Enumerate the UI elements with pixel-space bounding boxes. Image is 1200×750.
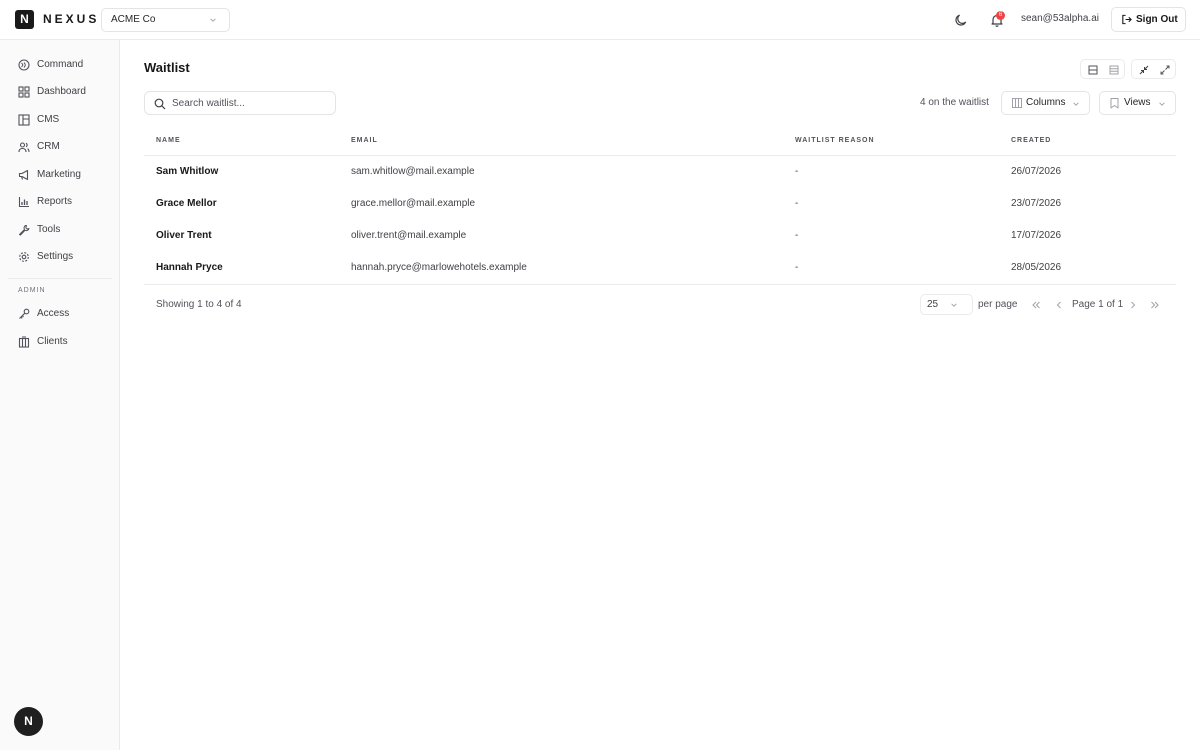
sidebar-item-label: Reports <box>37 196 73 207</box>
sign-out-icon <box>1122 14 1132 25</box>
search-field <box>144 91 336 115</box>
sidebar-item-dashboard[interactable]: Dashboard <box>8 80 112 104</box>
cell-created: 17/07/2026 <box>1011 230 1062 241</box>
cell-email: hannah.pryce@marlowehotels.example <box>351 262 527 273</box>
sidebar-item-label: Clients <box>37 336 68 347</box>
sidebar-item-settings[interactable]: Settings <box>8 245 112 269</box>
sidebar-item-label: Dashboard <box>37 86 86 97</box>
gear-icon <box>19 252 29 262</box>
sign-out-button[interactable]: Sign Out <box>1111 7 1186 32</box>
sidebar-item-label: Access <box>37 308 70 319</box>
showing-count: Showing 1 to 4 of 4 <box>156 299 242 310</box>
sidebar-item-label: Settings <box>37 251 74 262</box>
brand-logo-mark[interactable]: N <box>15 10 34 29</box>
chevron-down-icon <box>1073 102 1079 106</box>
next-page-icon[interactable] <box>1127 299 1139 311</box>
cell-reason: - <box>795 262 799 273</box>
organization-select-value: ACME Co <box>111 14 156 25</box>
sidebar-item-cms[interactable]: CMS <box>8 108 112 132</box>
moon-icon[interactable] <box>953 12 969 28</box>
table-footer-divider <box>144 284 1176 285</box>
sidebar-item-label: CMS <box>37 114 60 125</box>
layout-toggle-group <box>1080 59 1125 79</box>
first-page-icon[interactable] <box>1030 299 1042 311</box>
previous-page-icon[interactable] <box>1053 299 1065 311</box>
organization-select[interactable]: ACME Co <box>101 8 230 32</box>
wrench-icon <box>19 225 30 236</box>
chevron-down-icon <box>1159 102 1165 106</box>
sidebar-item-command[interactable]: Command <box>8 53 112 77</box>
sidebar-item-label: Tools <box>37 224 61 235</box>
sidebar-section-admin-label: ADMIN <box>18 287 46 294</box>
brand-name[interactable]: NEXUS <box>43 12 99 26</box>
column-header-waitlist-reason[interactable]: WAITLIST REASON <box>795 137 875 144</box>
sidebar-item-access[interactable]: Access <box>8 302 112 326</box>
per-page-label: per page <box>978 299 1018 310</box>
users-icon <box>18 142 30 153</box>
sidebar-item-reports[interactable]: Reports <box>8 190 112 214</box>
bar-chart-icon <box>18 197 29 208</box>
dashboard-icon <box>18 86 30 98</box>
per-page-value: 25 <box>927 299 939 310</box>
notification-badge: 6 <box>996 11 1005 20</box>
sidebar-item-label: Marketing <box>37 169 81 180</box>
sidebar-item-label: Command <box>37 59 84 70</box>
sidebar-item-label: CRM <box>37 141 60 152</box>
cell-name: Sam Whitlow <box>156 166 219 177</box>
assistant-launcher-button[interactable]: N <box>14 707 43 736</box>
size-toggle-group <box>1131 59 1176 79</box>
cell-email: oliver.trent@mail.example <box>351 230 467 241</box>
chevron-down-icon <box>951 303 957 307</box>
cell-name: Grace Mellor <box>156 198 217 209</box>
sidebar-item-clients[interactable]: Clients <box>8 330 112 354</box>
chevron-down-icon <box>210 18 216 22</box>
sidebar-divider <box>8 278 112 279</box>
cell-created: 28/05/2026 <box>1011 262 1062 273</box>
views-button[interactable]: Views <box>1099 91 1176 115</box>
page-indicator: Page 1 of 1 <box>1072 299 1124 310</box>
command-icon <box>18 59 30 71</box>
megaphone-icon <box>18 169 29 181</box>
columns-label: Columns <box>1026 97 1066 108</box>
sidebar-item-marketing[interactable]: Marketing <box>8 163 112 187</box>
sign-out-label: Sign Out <box>1136 14 1178 25</box>
cell-reason: - <box>795 198 799 209</box>
cell-email: sam.whitlow@mail.example <box>351 166 475 177</box>
user-email: sean@53alpha.ai <box>1021 13 1099 24</box>
minimize-icon[interactable] <box>1136 62 1152 78</box>
cell-reason: - <box>795 230 799 241</box>
cell-created: 23/07/2026 <box>1011 198 1062 209</box>
cell-reason: - <box>795 166 799 177</box>
cell-created: 26/07/2026 <box>1011 166 1062 177</box>
cms-icon <box>18 114 30 126</box>
table-view-icon[interactable] <box>1106 62 1122 78</box>
page-title: Waitlist <box>144 60 190 75</box>
last-page-icon[interactable] <box>1149 299 1161 311</box>
columns-button[interactable]: Columns <box>1001 91 1090 115</box>
key-icon <box>19 308 30 319</box>
per-page-select[interactable]: 25 <box>920 294 973 315</box>
split-view-icon[interactable] <box>1085 62 1101 78</box>
sidebar-item-tools[interactable]: Tools <box>8 218 112 242</box>
maximize-icon[interactable] <box>1157 62 1173 78</box>
search-icon <box>154 98 166 110</box>
column-header-name[interactable]: NAME <box>156 137 181 144</box>
cell-email: grace.mellor@mail.example <box>351 198 476 209</box>
column-header-created[interactable]: CREATED <box>1011 137 1051 144</box>
table-header-divider <box>144 155 1176 156</box>
building-icon <box>18 336 30 348</box>
waitlist-count: 4 on the waitlist <box>920 97 989 108</box>
top-bar: N NEXUS ACME Co 6 sean@53alpha.ai Sign O… <box>0 0 1200 40</box>
search-input[interactable] <box>172 95 332 111</box>
column-header-email[interactable]: EMAIL <box>351 137 378 144</box>
sidebar-item-crm[interactable]: CRM <box>8 135 112 159</box>
views-label: Views <box>1124 97 1151 108</box>
columns-icon <box>1012 98 1022 108</box>
cell-name: Hannah Pryce <box>156 262 223 273</box>
cell-name: Oliver Trent <box>156 230 212 241</box>
bookmark-icon <box>1110 98 1119 109</box>
sidebar: Command Dashboard CMS CRM Marketing Repo… <box>0 40 120 750</box>
